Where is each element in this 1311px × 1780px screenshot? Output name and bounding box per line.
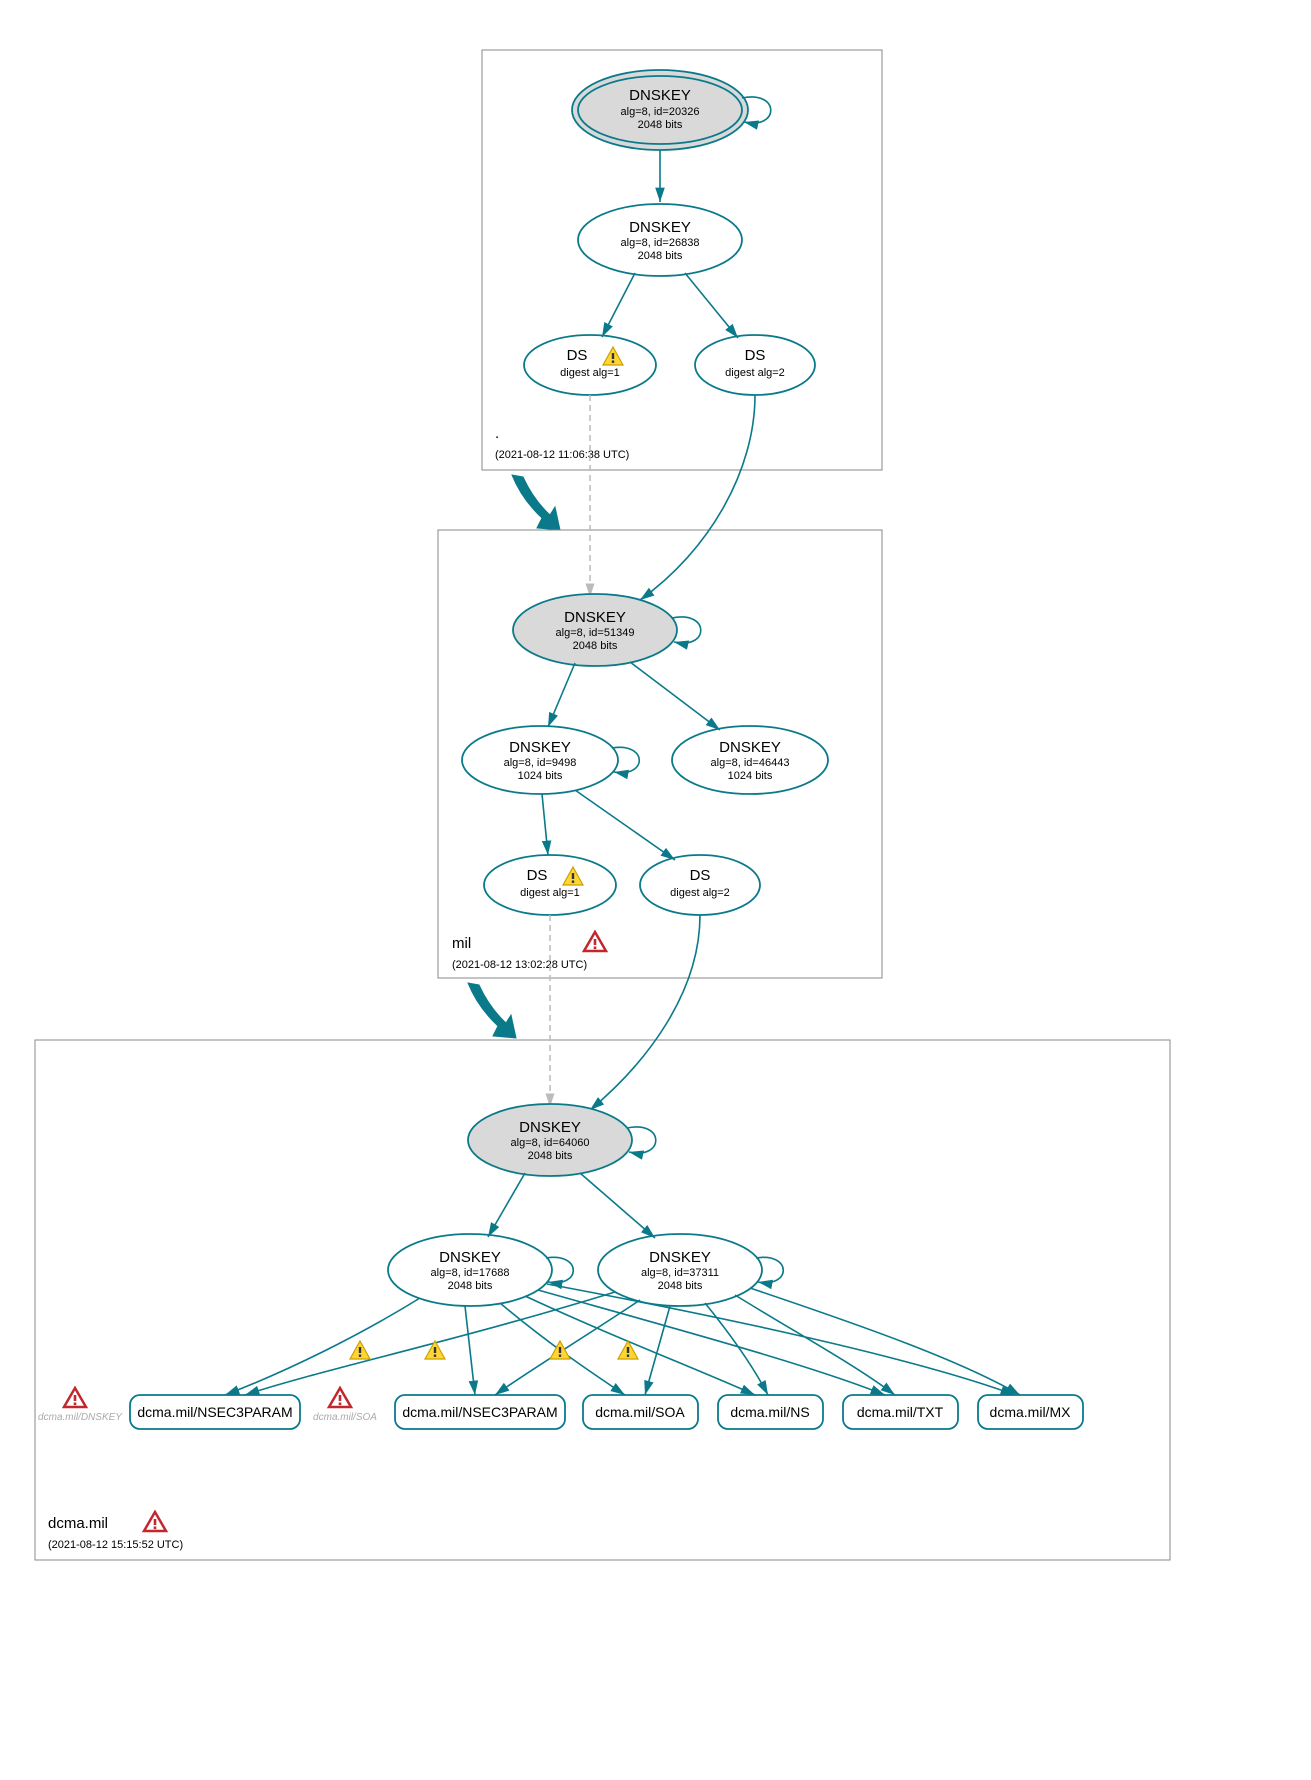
- node-mil-zsk2[interactable]: DNSKEY alg=8, id=46443 1024 bits: [672, 726, 828, 794]
- edge-zsk1-nsec3a: [225, 1298, 420, 1395]
- svg-text:DNSKEY: DNSKEY: [649, 1249, 711, 1266]
- rrset-txt[interactable]: dcma.mil/TXT: [843, 1395, 958, 1429]
- svg-text:dcma.mil/DNSKEY: dcma.mil/DNSKEY: [38, 1412, 123, 1423]
- rrset-nsec3param-b[interactable]: dcma.mil/NSEC3PARAM: [395, 1395, 565, 1429]
- svg-text:DNSKEY: DNSKEY: [629, 87, 691, 104]
- node-mil-ksk[interactable]: DNSKEY alg=8, id=51349 2048 bits: [513, 594, 677, 666]
- svg-text:DNSKEY: DNSKEY: [519, 1119, 581, 1136]
- svg-text:DNSKEY: DNSKEY: [629, 219, 691, 236]
- edge-dcmaksk-zsk1: [488, 1173, 525, 1237]
- svg-text:alg=8, id=9498: alg=8, id=9498: [504, 757, 577, 769]
- svg-text:2048 bits: 2048 bits: [573, 640, 618, 652]
- svg-text:DNSKEY: DNSKEY: [509, 739, 571, 756]
- edge-milzsk1-ds2: [575, 790, 675, 860]
- svg-text:alg=8, id=20326: alg=8, id=20326: [621, 106, 700, 118]
- svg-text:digest alg=2: digest alg=2: [725, 367, 785, 379]
- svg-text:2048 bits: 2048 bits: [448, 1280, 493, 1292]
- svg-text:digest alg=1: digest alg=1: [560, 367, 620, 379]
- svg-text:1024 bits: 1024 bits: [728, 770, 773, 782]
- edge-root-zsk-ds1: [602, 273, 635, 337]
- edge-dcmaksk-zsk2: [580, 1173, 655, 1238]
- zone-root-time: (2021-08-12 11:06:38 UTC): [495, 449, 629, 461]
- ghost-dnskey: dcma.mil/DNSKEY: [38, 1388, 123, 1423]
- warning-icon: [550, 1341, 570, 1359]
- node-root-ksk[interactable]: DNSKEY alg=8, id=20326 2048 bits: [572, 70, 748, 150]
- zone-dcma-time: (2021-08-12 15:15:52 UTC): [48, 1539, 183, 1551]
- ghost-soa: dcma.mil/SOA: [313, 1388, 377, 1423]
- svg-text:DS: DS: [690, 867, 711, 884]
- edge-zsk2-nsec3b: [495, 1300, 640, 1395]
- svg-text:DS: DS: [745, 347, 766, 364]
- edge-milds2-dcmaksk: [590, 915, 700, 1110]
- svg-text:alg=8, id=17688: alg=8, id=17688: [431, 1267, 510, 1279]
- svg-text:DS: DS: [567, 347, 588, 364]
- rrset-nsec3param-a[interactable]: dcma.mil/NSEC3PARAM: [130, 1395, 300, 1429]
- svg-text:digest alg=2: digest alg=2: [670, 887, 730, 899]
- node-root-ds1[interactable]: DS digest alg=1: [524, 335, 656, 395]
- node-dcma-zsk2[interactable]: DNSKEY alg=8, id=37311 2048 bits: [598, 1234, 762, 1306]
- node-dcma-ksk[interactable]: DNSKEY alg=8, id=64060 2048 bits: [468, 1104, 632, 1176]
- node-mil-ds1[interactable]: DS digest alg=1: [484, 855, 616, 915]
- svg-text:alg=8, id=26838: alg=8, id=26838: [621, 237, 700, 249]
- edge-zsk2-mx: [750, 1288, 1020, 1395]
- svg-text:1024 bits: 1024 bits: [518, 770, 563, 782]
- svg-text:2048 bits: 2048 bits: [638, 119, 683, 131]
- svg-text:digest alg=1: digest alg=1: [520, 887, 580, 899]
- edge-milksk-zsk2: [630, 662, 720, 730]
- warning-icon: [350, 1341, 370, 1359]
- svg-text:dcma.mil/MX: dcma.mil/MX: [990, 1404, 1072, 1420]
- rrset-soa[interactable]: dcma.mil/SOA: [583, 1395, 698, 1429]
- error-icon: [144, 1512, 166, 1531]
- zone-root-label: .: [495, 425, 499, 442]
- rrset-mx[interactable]: dcma.mil/MX: [978, 1395, 1083, 1429]
- svg-text:2048 bits: 2048 bits: [528, 1150, 573, 1162]
- svg-text:2048 bits: 2048 bits: [638, 250, 683, 262]
- svg-text:alg=8, id=64060: alg=8, id=64060: [511, 1137, 590, 1149]
- svg-text:dcma.mil/NSEC3PARAM: dcma.mil/NSEC3PARAM: [137, 1404, 292, 1420]
- delegation-arrow-mil-dcma: [468, 983, 516, 1038]
- svg-text:dcma.mil/NSEC3PARAM: dcma.mil/NSEC3PARAM: [402, 1404, 557, 1420]
- node-dcma-zsk1[interactable]: DNSKEY alg=8, id=17688 2048 bits: [388, 1234, 552, 1306]
- svg-text:DNSKEY: DNSKEY: [564, 609, 626, 626]
- edge-milksk-zsk1: [548, 663, 575, 727]
- warning-icon: [425, 1341, 445, 1359]
- node-root-zsk[interactable]: DNSKEY alg=8, id=26838 2048 bits: [578, 204, 742, 276]
- dnssec-graph: . (2021-08-12 11:06:38 UTC) DNSKEY alg=8…: [20, 20, 1311, 1760]
- rrset-ns[interactable]: dcma.mil/NS: [718, 1395, 823, 1429]
- svg-text:DS: DS: [527, 867, 548, 884]
- edge-root-zsk-ds2: [685, 273, 738, 338]
- node-root-ds2[interactable]: DS digest alg=2: [695, 335, 815, 395]
- svg-text:alg=8, id=51349: alg=8, id=51349: [556, 627, 635, 639]
- edge-milzsk1-ds1: [542, 794, 548, 855]
- node-mil-zsk1[interactable]: DNSKEY alg=8, id=9498 1024 bits: [462, 726, 618, 794]
- delegation-arrow-root-mil: [512, 475, 560, 530]
- svg-text:dcma.mil/TXT: dcma.mil/TXT: [857, 1404, 944, 1420]
- zone-mil-label: mil: [452, 935, 471, 952]
- svg-text:alg=8, id=37311: alg=8, id=37311: [641, 1267, 719, 1279]
- svg-text:alg=8, id=46443: alg=8, id=46443: [711, 757, 790, 769]
- edge-zsk1-mx: [547, 1284, 1015, 1395]
- edge-rootds2-milksk: [640, 395, 755, 600]
- error-icon: [584, 932, 606, 951]
- svg-text:2048 bits: 2048 bits: [658, 1280, 703, 1292]
- svg-text:dcma.mil/SOA: dcma.mil/SOA: [595, 1404, 685, 1420]
- svg-text:dcma.mil/SOA: dcma.mil/SOA: [313, 1412, 377, 1423]
- zone-mil-time: (2021-08-12 13:02:28 UTC): [452, 959, 587, 971]
- edge-zsk1-nsec3b: [465, 1306, 475, 1395]
- svg-text:DNSKEY: DNSKEY: [719, 739, 781, 756]
- svg-text:dcma.mil/NS: dcma.mil/NS: [730, 1404, 809, 1420]
- zone-dcma-label: dcma.mil: [48, 1515, 108, 1532]
- node-mil-ds2[interactable]: DS digest alg=2: [640, 855, 760, 915]
- svg-text:DNSKEY: DNSKEY: [439, 1249, 501, 1266]
